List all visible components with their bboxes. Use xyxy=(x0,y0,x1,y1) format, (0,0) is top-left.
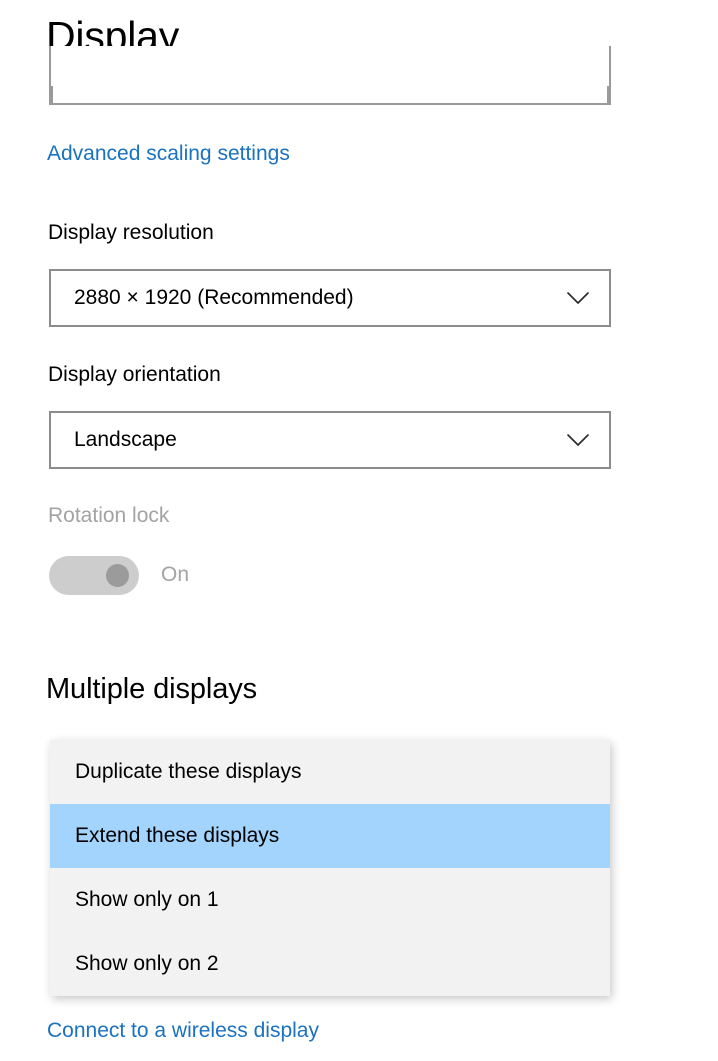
dropdown-option-show-only-on-2[interactable]: Show only on 2 xyxy=(50,932,610,996)
scale-combo-box-clipped[interactable] xyxy=(49,46,611,105)
rotation-lock-label: Rotation lock xyxy=(48,504,170,527)
dropdown-option-extend[interactable]: Extend these displays xyxy=(50,804,610,868)
dropdown-option-duplicate[interactable]: Duplicate these displays xyxy=(50,740,610,804)
display-resolution-label: Display resolution xyxy=(48,221,214,244)
rotation-lock-state-label: On xyxy=(161,563,190,586)
advanced-scaling-settings-link[interactable]: Advanced scaling settings xyxy=(47,142,290,166)
multiple-displays-heading: Multiple displays xyxy=(46,673,258,705)
connect-wireless-display-link[interactable]: Connect to a wireless display xyxy=(47,1019,319,1043)
multiple-displays-dropdown-list: Duplicate these displays Extend these di… xyxy=(50,740,610,996)
display-resolution-combo-box[interactable]: 2880 × 1920 (Recommended) xyxy=(49,269,611,327)
display-orientation-value: Landscape xyxy=(74,428,177,451)
toggle-knob xyxy=(106,564,129,587)
chevron-down-icon xyxy=(565,427,591,453)
display-orientation-combo-box[interactable]: Landscape xyxy=(49,411,611,469)
combo-edge-right xyxy=(607,86,609,103)
combo-edge-left xyxy=(51,86,53,103)
display-orientation-label: Display orientation xyxy=(48,363,221,386)
chevron-down-icon xyxy=(565,285,591,311)
rotation-lock-toggle[interactable] xyxy=(49,556,139,595)
display-resolution-value: 2880 × 1920 (Recommended) xyxy=(74,286,354,309)
display-settings-page: Display Advanced scaling settings Displa… xyxy=(0,0,718,1061)
dropdown-option-show-only-on-1[interactable]: Show only on 1 xyxy=(50,868,610,932)
